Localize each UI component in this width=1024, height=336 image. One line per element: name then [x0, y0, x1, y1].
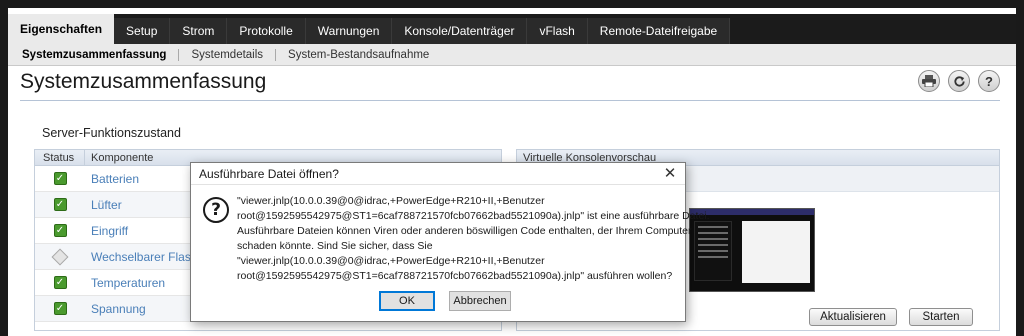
- refresh-button[interactable]: Aktualisieren: [809, 308, 897, 326]
- column-status: Status: [35, 150, 85, 165]
- help-icon[interactable]: ?: [978, 70, 1000, 92]
- tab-eigenschaften[interactable]: Eigenschaften: [8, 14, 115, 44]
- dialog-line: root@1592595542975@ST1=6caf788721570fcb0…: [237, 270, 673, 282]
- status-ok-icon: ✓: [53, 276, 67, 289]
- dialog-title: Ausführbare Datei öffnen? ✕: [191, 163, 685, 185]
- open-file-dialog: Ausführbare Datei öffnen? ✕ ? "viewer.jn…: [190, 162, 710, 322]
- tab-vflash[interactable]: vFlash: [527, 18, 588, 44]
- question-icon: ?: [203, 197, 229, 223]
- subnav-systemdetails[interactable]: Systemdetails: [178, 48, 275, 61]
- dialog-line: schaden könnte. Sind Sie sicher, dass Si…: [237, 240, 433, 252]
- subnav-system-bestandsaufnahme[interactable]: System-Bestandsaufnahme: [275, 48, 441, 61]
- status-ok-icon: ✓: [53, 224, 67, 237]
- status-ok-icon: ✓: [53, 172, 67, 185]
- section-title: Server-Funktionszustand: [42, 126, 181, 140]
- tab-remote-dateifreigabe[interactable]: Remote-Dateifreigabe: [587, 18, 731, 44]
- refresh-icon[interactable]: [948, 70, 970, 92]
- dialog-line: "viewer.jnlp(10.0.0.39@0@idrac,+PowerEdg…: [237, 255, 545, 267]
- print-icon[interactable]: [918, 70, 940, 92]
- status-unknown-icon: [51, 248, 69, 265]
- component-link[interactable]: Lüfter: [85, 198, 122, 212]
- tab-protokolle[interactable]: Protokolle: [227, 18, 306, 44]
- tab-warnungen[interactable]: Warnungen: [305, 18, 393, 44]
- component-link[interactable]: Spannung: [85, 302, 146, 316]
- dialog-line: "viewer.jnlp(10.0.0.39@0@idrac,+PowerEdg…: [237, 195, 545, 207]
- start-button[interactable]: Starten: [909, 308, 973, 326]
- sub-navigation: Systemzusammenfassung Systemdetails Syst…: [8, 44, 1016, 66]
- dialog-message: "viewer.jnlp(10.0.0.39@0@idrac,+PowerEdg…: [237, 194, 710, 284]
- header-divider: [20, 100, 1000, 101]
- header-icons: ?: [918, 70, 1000, 92]
- subnav-systemzusammenfassung[interactable]: Systemzusammenfassung: [22, 49, 178, 61]
- page-title: Systemzusammenfassung: [20, 70, 267, 93]
- idrac-page: Eigenschaften Setup Strom Protokolle War…: [8, 8, 1016, 336]
- cancel-button[interactable]: Abbrechen: [449, 291, 511, 311]
- status-ok-icon: ✓: [53, 198, 67, 211]
- tab-konsole[interactable]: Konsole/Datenträger: [392, 18, 528, 44]
- component-link[interactable]: Eingriff: [85, 224, 128, 238]
- tab-strom[interactable]: Strom: [170, 18, 228, 44]
- ok-button[interactable]: OK: [379, 291, 435, 311]
- main-tabbar: Eigenschaften Setup Strom Protokolle War…: [8, 14, 1016, 44]
- component-link[interactable]: Batterien: [85, 172, 139, 186]
- status-ok-icon: ✓: [53, 302, 67, 315]
- screen-frame: Eigenschaften Setup Strom Protokolle War…: [0, 0, 1024, 336]
- dialog-line: Ausführbare Dateien können Viren oder an…: [237, 225, 692, 237]
- dialog-line: root@1592595542975@ST1=6caf788721570fcb0…: [237, 210, 710, 222]
- column-component: Komponente: [91, 152, 154, 164]
- dialog-title-text: Ausführbare Datei öffnen?: [199, 167, 339, 181]
- tab-setup[interactable]: Setup: [114, 18, 171, 44]
- component-link[interactable]: Temperaturen: [85, 276, 165, 290]
- close-icon[interactable]: ✕: [661, 163, 679, 185]
